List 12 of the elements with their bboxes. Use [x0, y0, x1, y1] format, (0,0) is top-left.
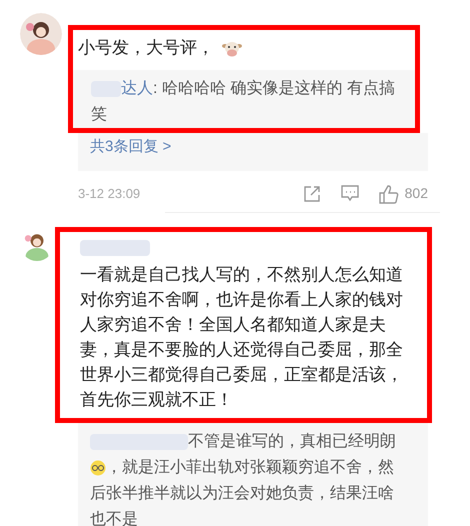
more-replies-link[interactable]: 共3条回复 >: [90, 138, 172, 155]
like-count: 802: [404, 184, 428, 203]
avatar[interactable]: [20, 13, 62, 55]
reply-author-link[interactable]: 达人: [91, 80, 153, 97]
comment-icon[interactable]: [340, 185, 359, 202]
reply-text: 达人: 哈哈哈哈 确实像是这样的 有点搞笑: [91, 78, 396, 125]
thumbs-up-icon[interactable]: [378, 184, 399, 204]
comment-text: 小号发，大号评，: [73, 30, 415, 70]
redacted-block: [80, 240, 150, 256]
comment-time: 3-12 23:09: [78, 184, 140, 203]
comment-text: 一看就是自己找人写的，不然别人怎么知道对你穷追不舍啊，也许是你看上人家的钱对人家穷追不舍！全国人名都知道人家是夫妻，真是不要脸的人还觉得自己委屈，那全世界小三都觉得自己委屈，正室都是活该，首先你三观就不正！: [80, 264, 404, 411]
share-icon[interactable]: [302, 184, 321, 202]
